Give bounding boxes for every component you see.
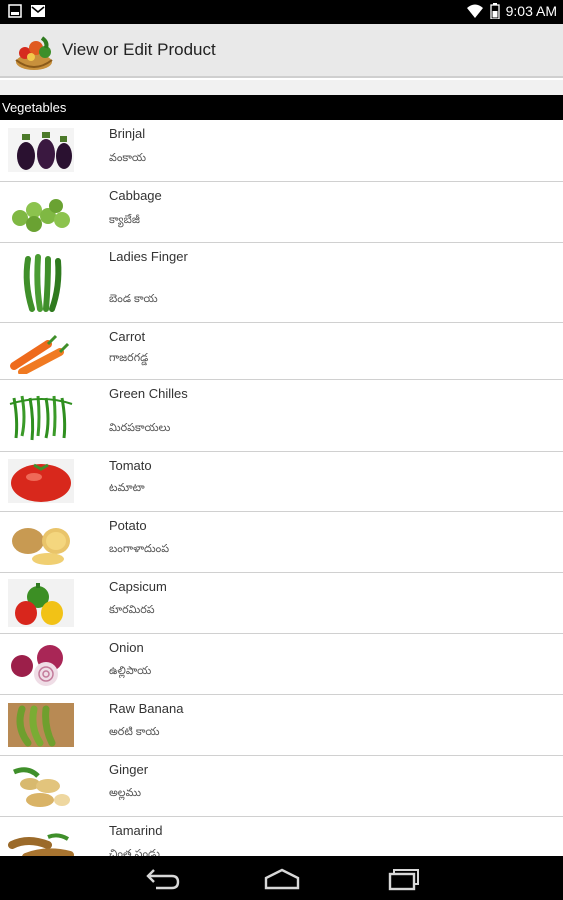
navigation-bar	[0, 856, 563, 900]
list-item[interactable]: Raw Banana అరటి కాయ	[0, 695, 563, 756]
status-bar: 9:03 AM	[0, 0, 563, 24]
page-title: View or Edit Product	[62, 40, 216, 59]
product-local-name: కూరమిరప	[109, 604, 155, 616]
green-chilli-image	[9, 395, 73, 441]
product-name: Tamarind	[109, 823, 163, 838]
list-item[interactable]: Cabbage క్యాబేజీ	[0, 182, 563, 243]
product-local-name: గాజరగడ్డ	[109, 352, 149, 364]
potato-image	[12, 528, 70, 565]
vegetable-basket-app-icon[interactable]	[12, 30, 56, 72]
ginger-image	[13, 767, 70, 807]
product-name: Green Chilles	[109, 386, 188, 401]
back-icon[interactable]	[142, 866, 182, 892]
list-item[interactable]: Carrot గాజరగడ్డ	[0, 323, 563, 380]
list-item[interactable]: Tamarind చింత పండు	[0, 817, 563, 856]
battery-icon	[489, 3, 500, 19]
product-local-name: ఉల్లిపాయ	[109, 665, 152, 677]
ladies-finger-image	[23, 254, 62, 312]
product-name: Ginger	[109, 762, 149, 777]
product-local-name: అరటి కాయ	[109, 726, 160, 738]
wifi-icon	[466, 4, 483, 18]
cabbage-image	[12, 199, 70, 232]
product-local-name: క్యాబేజీ	[109, 214, 140, 226]
clock: 9:03 AM	[505, 3, 557, 19]
product-name: Brinjal	[109, 126, 146, 141]
home-icon[interactable]	[262, 866, 302, 892]
product-name: Potato	[109, 518, 147, 533]
product-name: Onion	[109, 640, 144, 655]
carrot-image	[10, 334, 70, 374]
product-local-name: బంగాళాదుంప	[109, 543, 170, 555]
tamarind-image	[8, 833, 74, 856]
capsicum-image	[8, 579, 74, 627]
list-item[interactable]: Capsicum కూరమిరప	[0, 573, 563, 634]
product-local-name: బెండ కాయ	[109, 293, 158, 305]
product-name: Capsicum	[109, 579, 167, 594]
list-item[interactable]: Green Chilles మిరపకాయలు	[0, 380, 563, 452]
product-local-name: మిరపకాయలు	[109, 422, 171, 434]
brinjal-image	[8, 128, 74, 172]
list-item[interactable]: Ginger అల్లము	[0, 756, 563, 817]
product-name: Carrot	[109, 329, 146, 344]
product-name: Cabbage	[109, 188, 162, 203]
tomato-image	[8, 459, 74, 503]
product-local-name: అల్లము	[109, 787, 142, 799]
onion-image	[11, 645, 63, 686]
list-item[interactable]: Potato బంగాళాదుంప	[0, 512, 563, 573]
product-local-name: టమాటా	[109, 482, 145, 494]
recents-icon[interactable]	[382, 866, 422, 892]
spacer	[0, 80, 563, 95]
list-item[interactable]: Brinjal వంకాయ	[0, 120, 563, 182]
product-name: Ladies Finger	[109, 249, 188, 264]
list-item[interactable]: Tomato టమాటా	[0, 452, 563, 512]
product-list[interactable]: Brinjal వంకాయ Cabbage క్యాబేజీ Ladies Fi…	[0, 120, 563, 856]
product-local-name: వంకాయ	[109, 152, 147, 164]
screenshot-notification-icon	[8, 4, 22, 18]
list-item[interactable]: Ladies Finger బెండ కాయ	[0, 243, 563, 323]
action-bar: View or Edit Product	[0, 24, 563, 78]
notification-icons	[8, 4, 46, 18]
product-name: Raw Banana	[109, 701, 184, 716]
product-local-name: చింత పండు	[109, 848, 160, 856]
product-name: Tomato	[109, 458, 152, 473]
list-item[interactable]: Onion ఉల్లిపాయ	[0, 634, 563, 695]
category-header: Vegetables	[0, 95, 563, 120]
raw-banana-image	[8, 703, 74, 747]
gmail-notification-icon	[31, 5, 45, 17]
